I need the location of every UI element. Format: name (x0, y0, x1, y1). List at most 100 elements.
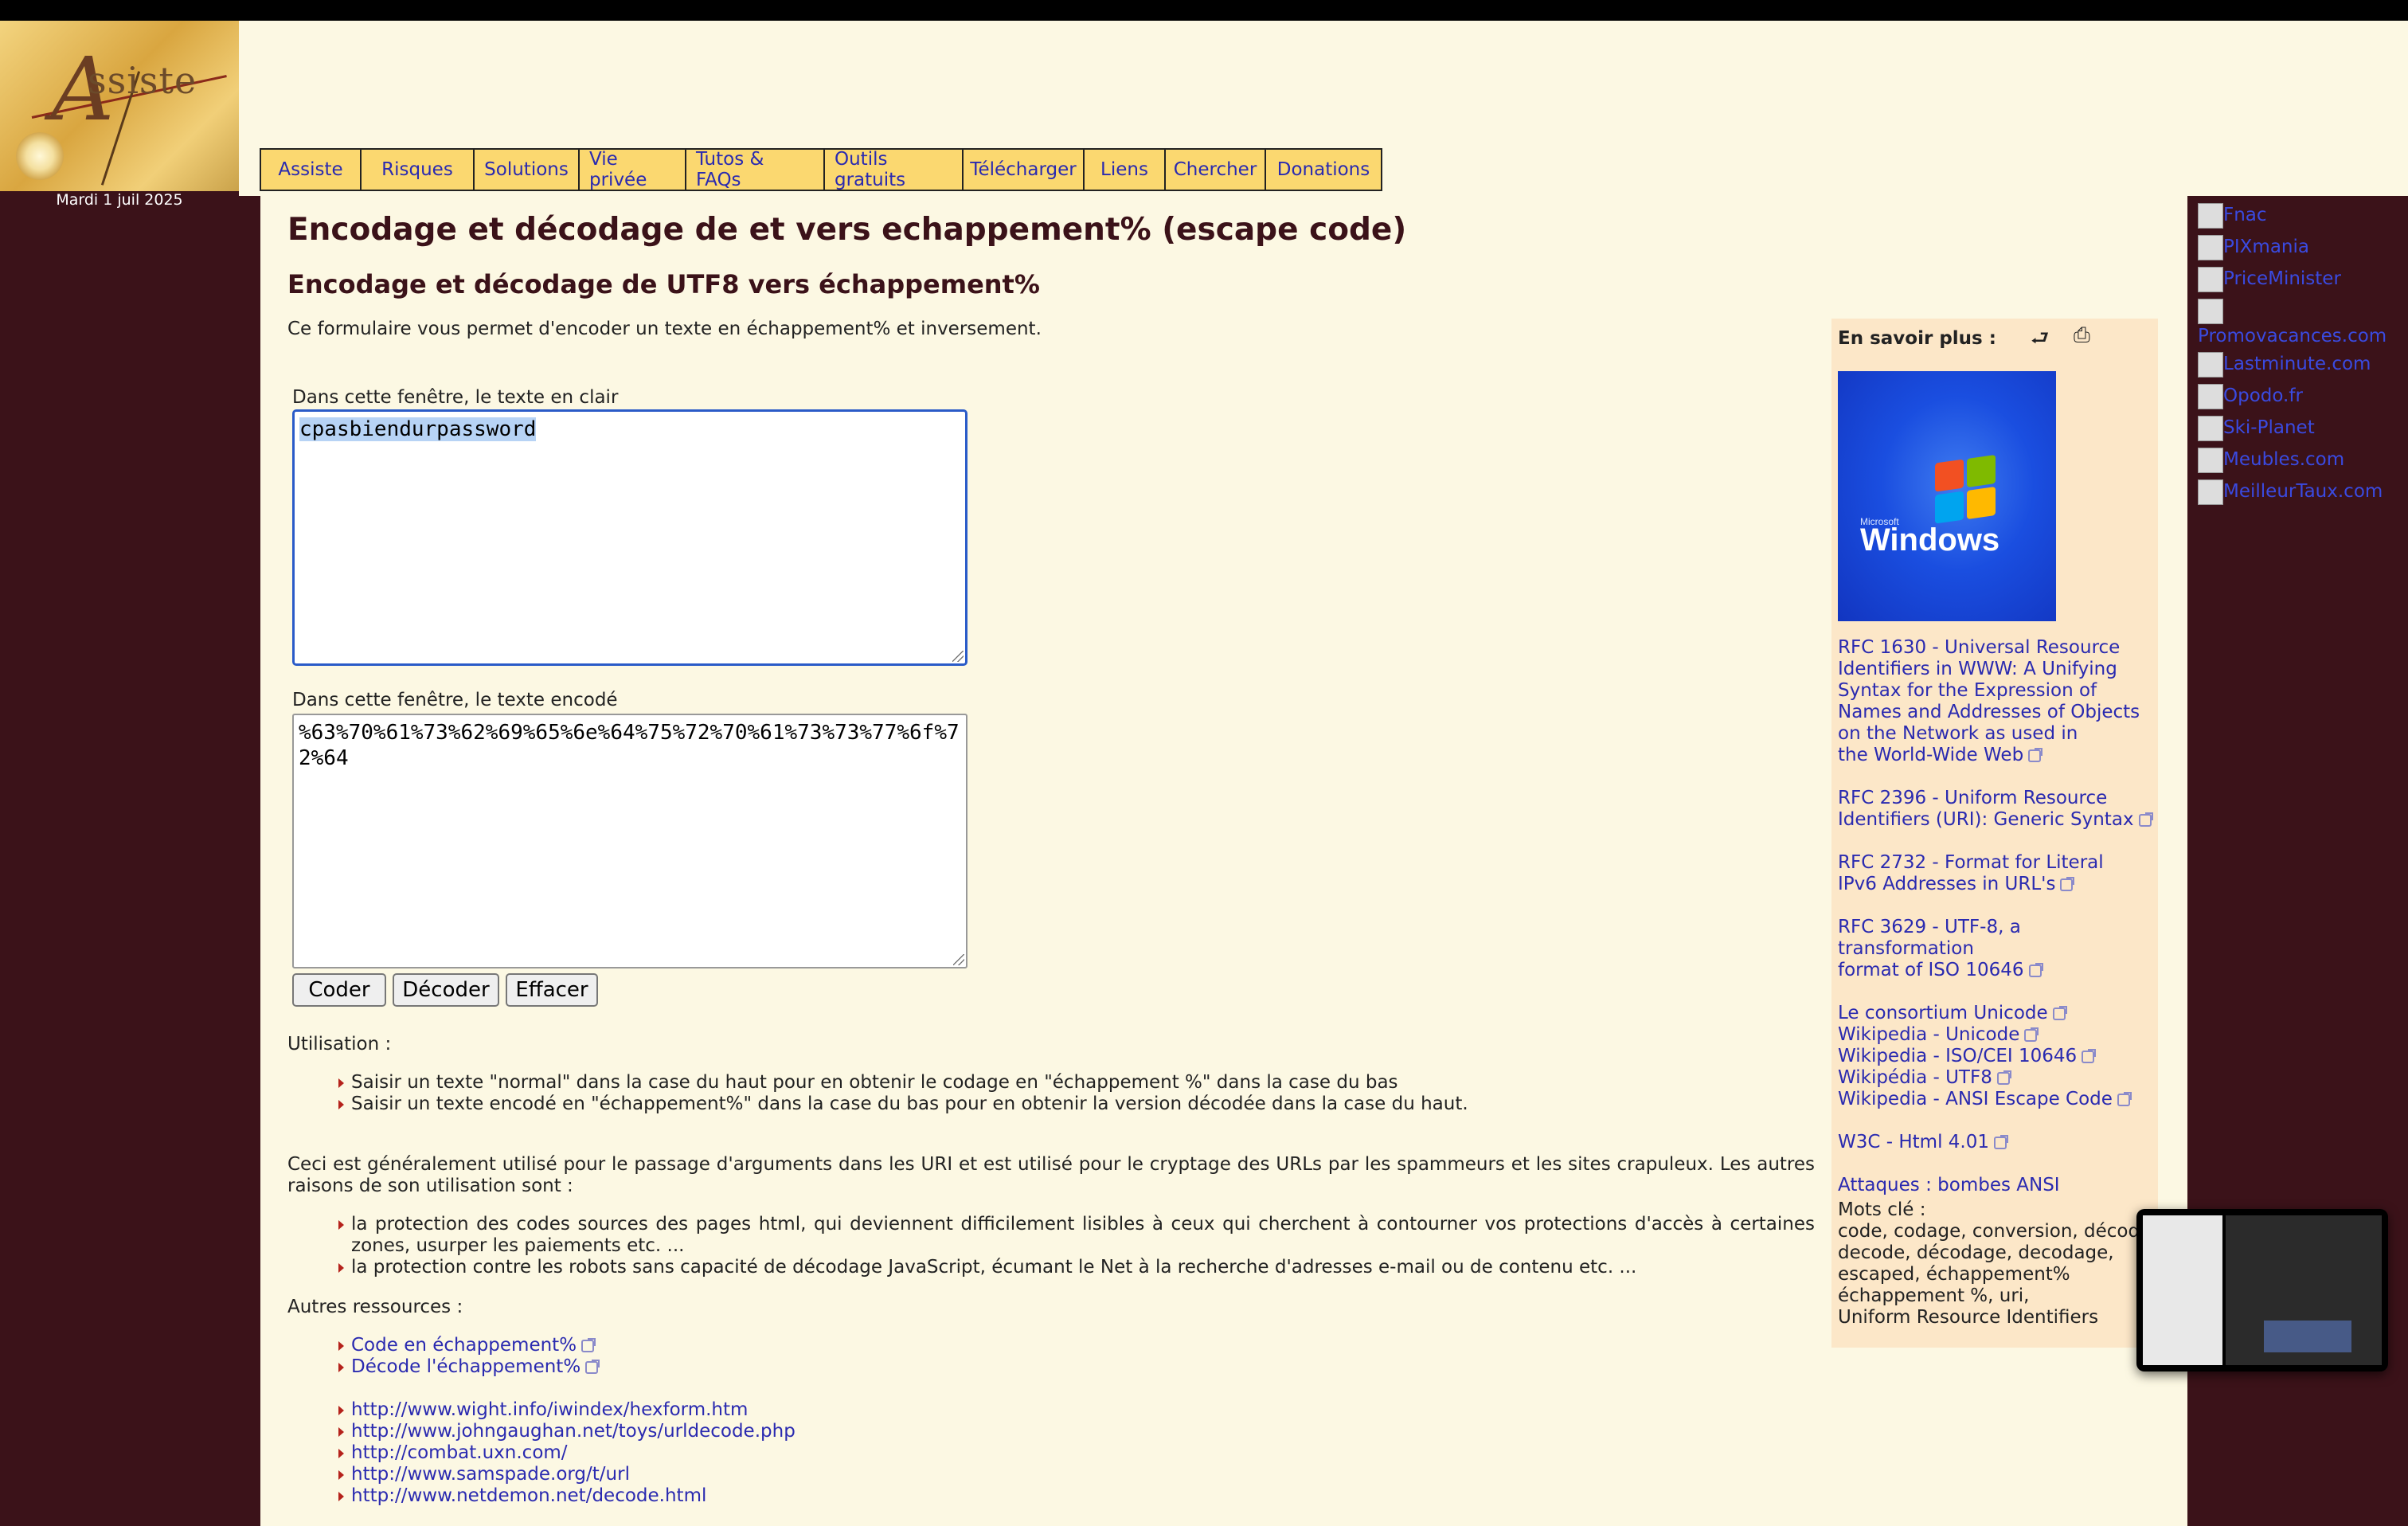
resource-link[interactable]: Décode l'échappement% (351, 1356, 580, 1377)
external-link-icon (1996, 1070, 2011, 1085)
rfc3629-link[interactable]: RFC 3629 - UTF-8, a transformation forma… (1838, 917, 2156, 981)
external-link-icon (2138, 812, 2153, 827)
resources-list-a: Code en échappement% Décode l'échappemen… (335, 1335, 972, 1378)
resource-link[interactable]: http://www.johngaughan.net/toys/urldecod… (351, 1421, 796, 1442)
wikipedia-unicode-link[interactable]: Wikipedia - Unicode (1838, 1024, 2156, 1046)
nav-item-telecharger[interactable]: Télécharger (964, 150, 1085, 190)
list-item[interactable]: http://www.samspade.org/t/url (335, 1464, 1052, 1485)
nav-item-tutos[interactable]: Tutos & FAQs (686, 149, 825, 190)
encoded-text-area[interactable]: %63%70%61%73%62%69%65%6e%64%75%72%70%61%… (292, 714, 968, 968)
encoded-text-label: Dans cette fenêtre, le texte encodé (292, 690, 618, 710)
list-item[interactable]: http://combat.uxn.com/ (335, 1442, 1052, 1464)
ansi-attacks-link[interactable]: Attaques : bombes ANSI (1838, 1175, 2156, 1196)
windows-logo-image[interactable]: Microsoft Windows (1838, 371, 2056, 621)
partner-link-opodo[interactable]: Opodo.fr (2198, 380, 2408, 412)
external-link-icon (581, 1337, 596, 1352)
partner-link-lastminute[interactable]: Lastminute.com (2198, 348, 2408, 380)
list-item: la protection des codes sources des page… (335, 1214, 1815, 1257)
nav-item-donations[interactable]: Donations (1266, 150, 1381, 190)
main-nav: Assiste Risques Solutions Vie privée Tut… (260, 148, 1382, 191)
external-link-icon (2028, 962, 2043, 977)
page-title: Encodage et décodage de et vers echappem… (287, 212, 1407, 248)
description-paragraph: Ceci est généralement utilisé pour le pa… (287, 1154, 1815, 1196)
usage-title: Utilisation : (287, 1034, 392, 1055)
resource-link[interactable]: http://www.samspade.org/t/url (351, 1464, 630, 1485)
external-link-icon (2117, 1091, 2132, 1106)
partner-link-meilleurtaux[interactable]: MeilleurTaux.com (2198, 475, 2408, 507)
list-item[interactable]: Décode l'échappement% (335, 1356, 972, 1378)
wikipedia-iso-link[interactable]: Wikipedia - ISO/CEI 10646 (1838, 1046, 2156, 1067)
external-link-icon (2052, 1005, 2067, 1020)
resource-link[interactable]: http://www.wight.info/iwindex/hexform.ht… (351, 1399, 748, 1420)
resource-link[interactable]: Code en échappement% (351, 1335, 577, 1356)
rfc2396-link[interactable]: RFC 2396 - Uniform Resource Identifiers … (1838, 788, 2156, 831)
nav-item-chercher[interactable]: Chercher (1166, 150, 1266, 190)
top-bar (0, 0, 2408, 21)
plain-text-value: cpasbiendurpassword (299, 417, 537, 441)
broken-image-icon (2198, 203, 2223, 229)
nav-item-liens[interactable]: Liens (1085, 150, 1166, 190)
nav-item-vie-privee[interactable]: Vie privée (580, 149, 686, 190)
partner-links: Fnac PIXmania PriceMinister Promovacance… (2198, 199, 2408, 507)
rfc1630-link[interactable]: RFC 1630 - Universal Resource Identifier… (1838, 637, 2156, 766)
rfc2732-link[interactable]: RFC 2732 - Format for Literal IPv6 Addre… (1838, 852, 2156, 895)
broken-image-icon (2198, 416, 2223, 441)
intro-text: Ce formulaire vous permet d'encoder un t… (287, 319, 1042, 339)
nav-item-assiste[interactable]: Assiste (261, 150, 362, 190)
clear-button[interactable]: Effacer (506, 973, 598, 1007)
external-link-icon (2060, 876, 2075, 891)
external-link-icon (2028, 747, 2043, 762)
windows-flag-icon (1935, 454, 1999, 526)
plain-text-label: Dans cette fenêtre, le texte en clair (292, 387, 619, 408)
back-icon[interactable]: ⮐ (2031, 323, 2049, 358)
external-link-icon (1994, 1134, 2008, 1149)
content-area: Encodage et décodage de et vers echappem… (260, 196, 2187, 1526)
resources-list-b: http://www.wight.info/iwindex/hexform.ht… (335, 1399, 1052, 1507)
decode-button[interactable]: Décoder (393, 973, 499, 1007)
encode-button[interactable]: Coder (292, 973, 386, 1007)
list-item[interactable]: http://www.wight.info/iwindex/hexform.ht… (335, 1399, 1052, 1421)
wikipedia-ansi-link[interactable]: Wikipedia - ANSI Escape Code (1838, 1089, 2156, 1110)
reasons-list: la protection des codes sources des page… (335, 1214, 1815, 1278)
encoded-text-value: %63%70%61%73%62%69%65%6e%64%75%72%70%61%… (299, 721, 960, 770)
site-logo[interactable]: A ssiste (0, 21, 239, 191)
broken-image-icon (2198, 352, 2223, 378)
wikipedia-utf8-link[interactable]: Wikipédia - UTF8 (1838, 1067, 2156, 1089)
partner-link-fnac[interactable]: Fnac (2198, 199, 2408, 231)
broken-image-icon (2198, 479, 2223, 505)
resource-link[interactable]: http://www.netdemon.net/decode.html (351, 1485, 706, 1506)
reference-links: RFC 1630 - Universal Resource Identifier… (1838, 637, 2156, 1196)
external-link-icon (585, 1359, 600, 1374)
current-date: Mardi 1 juil 2025 (56, 191, 183, 209)
resource-link[interactable]: http://combat.uxn.com/ (351, 1442, 568, 1463)
partner-link-promovacances[interactable]: Promovacances.com (2198, 295, 2408, 348)
external-link-icon (2024, 1027, 2039, 1042)
windows-logo-word: Windows (1860, 522, 2000, 558)
list-item: la protection contre les robots sans cap… (335, 1257, 1815, 1278)
resize-handle[interactable] (952, 651, 964, 662)
logo-text: ssiste (88, 59, 197, 102)
nav-item-outils[interactable]: Outils gratuits (825, 149, 964, 190)
list-item[interactable]: http://www.johngaughan.net/toys/urldecod… (335, 1421, 1052, 1442)
list-item[interactable]: Code en échappement% (335, 1335, 972, 1356)
plain-text-area[interactable]: cpasbiendurpassword (292, 409, 968, 666)
list-item[interactable]: http://www.netdemon.net/decode.html (335, 1485, 1052, 1507)
partner-link-meubles[interactable]: Meubles.com (2198, 444, 2408, 475)
list-item: Saisir un texte "normal" dans la case du… (335, 1072, 1769, 1094)
keywords: Mots clé : code, codage, conversion, déc… (1838, 1199, 2157, 1328)
keywords-title: Mots clé : (1838, 1199, 1926, 1220)
nav-item-risques[interactable]: Risques (362, 150, 475, 190)
broken-image-icon (2198, 448, 2223, 473)
learn-more-panel: En savoir plus : ⮐ ⎙ Microsoft Windows R… (1831, 319, 2158, 1348)
unicode-consortium-link[interactable]: Le consortium Unicode (1838, 1003, 2156, 1024)
partner-link-priceminister[interactable]: PriceMinister (2198, 263, 2408, 295)
learn-more-title: En savoir plus : (1838, 328, 1996, 349)
nav-item-solutions[interactable]: Solutions (475, 150, 580, 190)
print-icon[interactable]: ⎙ (2074, 323, 2090, 348)
resize-handle[interactable] (953, 954, 964, 965)
screenshot-thumbnail[interactable] (2136, 1209, 2388, 1371)
w3c-link[interactable]: W3C - Html 4.01 (1838, 1132, 2156, 1153)
partner-link-pixmania[interactable]: PIXmania (2198, 231, 2408, 263)
broken-image-icon (2198, 235, 2223, 260)
partner-link-skiplanet[interactable]: Ski-Planet (2198, 412, 2408, 444)
